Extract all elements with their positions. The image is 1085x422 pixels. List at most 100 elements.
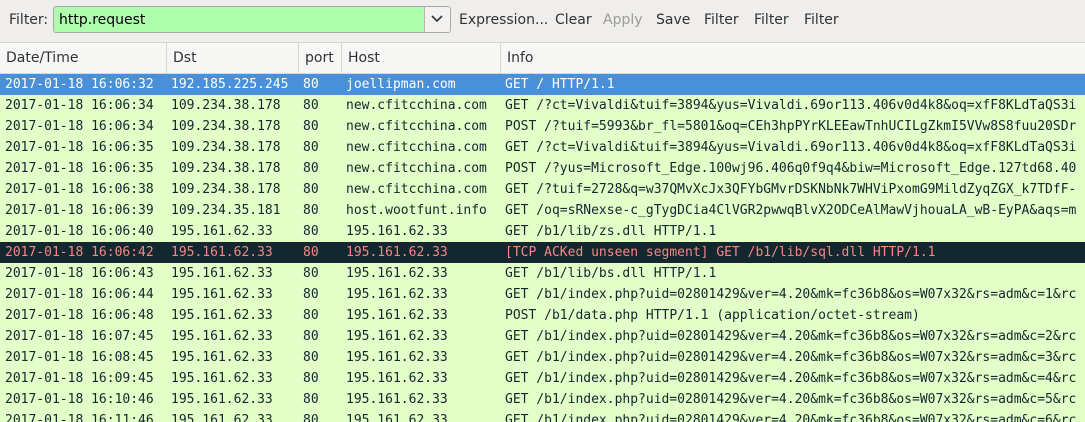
cell-host: new.cfitcchina.com (346, 140, 487, 155)
column-header-datetime[interactable]: Date/Time (0, 43, 166, 73)
cell-dst: 195.161.62.33 (171, 350, 273, 365)
packet-row[interactable]: 2017-01-18 16:06:35 109.234.38.178 80 new.c… (0, 158, 1085, 179)
cell-port: 80 (303, 308, 319, 323)
column-header-port[interactable]: port (299, 43, 341, 73)
cell-date: 2017-01-18 16:06:40 (5, 224, 154, 239)
cell-port: 80 (303, 161, 319, 176)
cell-host: new.cfitcchina.com (346, 98, 487, 113)
packet-row[interactable]: 2017-01-18 16:08:45 195.161.62.33 80 195.16… (0, 347, 1085, 368)
cell-port: 80 (303, 119, 319, 134)
cell-date: 2017-01-18 16:06:48 (5, 308, 154, 323)
filter-label: Filter: (9, 12, 49, 28)
cell-port: 80 (303, 245, 319, 260)
cell-date: 2017-01-18 16:06:35 (5, 161, 154, 176)
cell-dst: 195.161.62.33 (171, 224, 273, 239)
cell-port: 80 (303, 413, 319, 422)
packet-row[interactable]: 2017-01-18 16:06:42 195.161.62.33 80 195.16… (0, 242, 1085, 263)
cell-dst: 195.161.62.33 (171, 308, 273, 323)
filter-history-dropdown[interactable] (424, 7, 450, 32)
cell-port: 80 (303, 392, 319, 407)
cell-host: joellipman.com (346, 77, 456, 92)
cell-host: 195.161.62.33 (346, 371, 448, 386)
cell-info: POST /?yus=Microsoft_Edge.100wj96.406q0f… (505, 161, 1077, 176)
packet-list[interactable]: 2017-01-18 16:06:32 192.185.225.245 80 joel… (0, 74, 1085, 422)
save-button[interactable]: Save (656, 12, 690, 28)
cell-host: 195.161.62.33 (346, 392, 448, 407)
cell-info: GET /oq=sRNexse-c_gTygDCia4ClVGR2pwwqBlv… (505, 203, 1077, 218)
packet-row[interactable]: 2017-01-18 16:06:34 109.234.38.178 80 new.c… (0, 95, 1085, 116)
cell-info: POST /?tuif=5993&br_fl=5801&oq=CEh3hpPYr… (505, 119, 1077, 134)
cell-dst: 195.161.62.33 (171, 287, 273, 302)
cell-port: 80 (303, 140, 319, 155)
cell-host: 195.161.62.33 (346, 287, 448, 302)
cell-port: 80 (303, 371, 319, 386)
cell-host: 195.161.62.33 (346, 266, 448, 281)
cell-date: 2017-01-18 16:06:34 (5, 119, 154, 134)
display-filter-text[interactable]: http.request (59, 12, 145, 28)
cell-info: GET /b1/lib/zs.dll HTTP/1.1 (505, 224, 717, 239)
cell-port: 80 (303, 77, 319, 92)
cell-info: GET /b1/index.php?uid=02801429&ver=4.20&… (505, 329, 1077, 344)
cell-dst: 195.161.62.33 (171, 266, 273, 281)
cell-date: 2017-01-18 16:06:35 (5, 140, 154, 155)
clear-button[interactable]: Clear (555, 12, 592, 28)
cell-host: 195.161.62.33 (346, 245, 448, 260)
packet-row[interactable]: 2017-01-18 16:10:46 195.161.62.33 80 195.16… (0, 389, 1085, 410)
packet-row[interactable]: 2017-01-18 16:06:34 109.234.38.178 80 new.c… (0, 116, 1085, 137)
cell-dst: 109.234.38.178 (171, 182, 281, 197)
cell-port: 80 (303, 287, 319, 302)
packet-row[interactable]: 2017-01-18 16:06:38 109.234.38.178 80 new.c… (0, 179, 1085, 200)
cell-date: 2017-01-18 16:11:46 (5, 413, 154, 422)
cell-info: GET /?ct=Vivaldi&tuif=3894&yus=Vivaldi.6… (505, 98, 1077, 113)
cell-info: [TCP ACKed unseen segment] GET /b1/lib/s… (505, 245, 936, 260)
column-header-dst[interactable]: Dst (167, 43, 298, 73)
expression-button[interactable]: Expression... (459, 12, 548, 28)
cell-port: 80 (303, 350, 319, 365)
cell-port: 80 (303, 203, 319, 218)
packet-row[interactable]: 2017-01-18 16:06:39 109.234.35.181 80 host.… (0, 200, 1085, 221)
cell-dst: 109.234.38.178 (171, 119, 281, 134)
packet-row[interactable]: 2017-01-18 16:06:44 195.161.62.33 80 195.16… (0, 284, 1085, 305)
cell-info: GET /b1/index.php?uid=02801429&ver=4.20&… (505, 413, 1077, 422)
cell-info: GET /?ct=Vivaldi&tuif=3894&yus=Vivaldi.6… (505, 140, 1077, 155)
cell-info: GET /b1/lib/bs.dll HTTP/1.1 (505, 266, 717, 281)
cell-info: GET /b1/index.php?uid=02801429&ver=4.20&… (505, 371, 1077, 386)
packet-row[interactable]: 2017-01-18 16:11:46 195.161.62.33 80 195.16… (0, 410, 1085, 422)
column-header-host[interactable]: Host (342, 43, 500, 73)
cell-date: 2017-01-18 16:06:44 (5, 287, 154, 302)
cell-host: host.wootfunt.info (346, 203, 487, 218)
cell-dst: 109.234.35.181 (171, 203, 281, 218)
cell-dst: 192.185.225.245 (171, 77, 289, 92)
cell-dst: 195.161.62.33 (171, 413, 273, 422)
cell-date: 2017-01-18 16:06:38 (5, 182, 154, 197)
packet-row[interactable]: 2017-01-18 16:06:32 192.185.225.245 80 joel… (0, 74, 1085, 95)
cell-info: GET /b1/index.php?uid=02801429&ver=4.20&… (505, 287, 1077, 302)
packet-row[interactable]: 2017-01-18 16:06:40 195.161.62.33 80 195.16… (0, 221, 1085, 242)
cell-port: 80 (303, 266, 319, 281)
display-filter-input[interactable]: http.request (53, 6, 451, 33)
packet-row[interactable]: 2017-01-18 16:07:45 195.161.62.33 80 195.16… (0, 326, 1085, 347)
cell-port: 80 (303, 329, 319, 344)
column-header-info[interactable]: Info (501, 43, 1085, 73)
cell-port: 80 (303, 224, 319, 239)
filter-button-3[interactable]: Filter (804, 12, 839, 28)
cell-date: 2017-01-18 16:09:45 (5, 371, 154, 386)
apply-button[interactable]: Apply (603, 12, 643, 28)
filter-button-1[interactable]: Filter (704, 12, 739, 28)
packet-row[interactable]: 2017-01-18 16:06:43 195.161.62.33 80 195.16… (0, 263, 1085, 284)
cell-host: 195.161.62.33 (346, 350, 448, 365)
cell-host: 195.161.62.33 (346, 224, 448, 239)
packet-row[interactable]: 2017-01-18 16:09:45 195.161.62.33 80 195.16… (0, 368, 1085, 389)
cell-dst: 109.234.38.178 (171, 98, 281, 113)
cell-host: new.cfitcchina.com (346, 119, 487, 134)
cell-dst: 109.234.38.178 (171, 140, 281, 155)
filter-button-2[interactable]: Filter (754, 12, 789, 28)
cell-host: new.cfitcchina.com (346, 182, 487, 197)
packet-row[interactable]: 2017-01-18 16:06:48 195.161.62.33 80 195.16… (0, 305, 1085, 326)
cell-date: 2017-01-18 16:06:42 (5, 245, 154, 260)
cell-date: 2017-01-18 16:08:45 (5, 350, 154, 365)
packet-row[interactable]: 2017-01-18 16:06:35 109.234.38.178 80 new.c… (0, 137, 1085, 158)
filter-toolbar: Filter: http.request Expression... Clear… (0, 0, 1085, 43)
cell-dst: 195.161.62.33 (171, 245, 273, 260)
packet-list-header: Date/Time Dst port Host Info (0, 43, 1085, 74)
